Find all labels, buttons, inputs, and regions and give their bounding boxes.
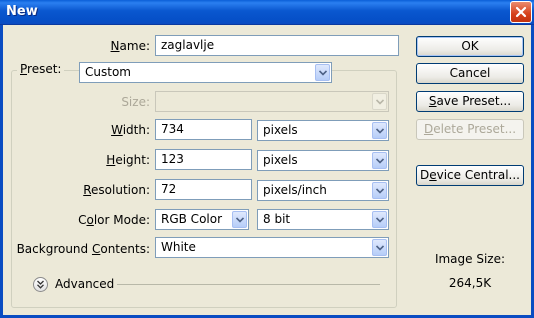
- background-contents-dropdown-button[interactable]: [372, 239, 387, 256]
- bit-depth-select[interactable]: 8 bit: [257, 209, 389, 230]
- color-mode-dropdown-button[interactable]: [232, 211, 247, 228]
- bit-depth-value: 8 bit: [263, 212, 291, 226]
- chevron-down-icon: [376, 128, 384, 134]
- resolution-unit-value: pixels/inch: [263, 183, 327, 197]
- advanced-divider: [117, 284, 380, 285]
- width-unit-select[interactable]: pixels: [257, 120, 389, 141]
- preset-label: Preset:: [17, 62, 65, 76]
- width-unit-value: pixels: [263, 123, 298, 137]
- height-unit-dropdown-button[interactable]: [372, 152, 387, 169]
- delete-preset-button: Delete Preset...: [416, 119, 524, 140]
- close-button[interactable]: [510, 1, 532, 23]
- resolution-unit-select[interactable]: pixels/inch: [257, 180, 389, 201]
- chevron-down-icon: [376, 188, 384, 194]
- name-field[interactable]: zaglavlje: [155, 35, 399, 56]
- background-contents-value: White: [161, 240, 196, 254]
- chevron-down-icon: [319, 70, 327, 76]
- preset-select[interactable]: Custom: [79, 62, 332, 83]
- chevron-down-icon: [376, 217, 384, 223]
- background-contents-label: Background Contents:: [16, 242, 150, 256]
- title-bar: New: [0, 0, 534, 25]
- chevron-down-icon: [376, 158, 384, 164]
- advanced-toggle-button[interactable]: [33, 277, 48, 292]
- resolution-unit-dropdown-button[interactable]: [372, 182, 387, 199]
- preset-dropdown-button[interactable]: [315, 64, 330, 81]
- color-mode-select[interactable]: RGB Color: [155, 209, 249, 230]
- name-label: Name:: [110, 39, 150, 53]
- resolution-label: Resolution:: [83, 183, 150, 197]
- width-unit-dropdown-button[interactable]: [372, 122, 387, 139]
- height-unit-select[interactable]: pixels: [257, 150, 389, 171]
- chevron-down-icon: [236, 217, 244, 223]
- double-chevron-down-icon: [37, 280, 44, 289]
- new-document-dialog: New Name: zaglavlje Preset: Custom Size:…: [0, 0, 534, 318]
- color-mode-label: Color Mode:: [78, 213, 150, 227]
- size-label: Size:: [121, 95, 150, 109]
- image-size-label: Image Size:: [434, 252, 506, 266]
- chevron-down-icon: [376, 99, 384, 105]
- height-label: Height:: [106, 153, 150, 167]
- image-size-value: 264,5K: [448, 276, 492, 290]
- size-dropdown-button: [372, 93, 387, 110]
- cancel-button[interactable]: Cancel: [416, 63, 524, 84]
- device-central-button[interactable]: Device Central...: [416, 165, 524, 186]
- close-icon: [515, 6, 527, 18]
- save-preset-button[interactable]: Save Preset...: [416, 91, 524, 112]
- ok-button[interactable]: OK: [416, 36, 524, 57]
- width-label: Width:: [111, 123, 150, 137]
- background-contents-select[interactable]: White: [155, 237, 389, 258]
- color-mode-value: RGB Color: [161, 212, 223, 226]
- resolution-field[interactable]: 72: [155, 179, 252, 200]
- preset-value: Custom: [85, 65, 131, 79]
- bit-depth-dropdown-button[interactable]: [372, 211, 387, 228]
- width-field[interactable]: 734: [155, 119, 252, 140]
- advanced-label: Advanced: [55, 277, 115, 291]
- window-title: New: [6, 4, 38, 19]
- size-select: [155, 91, 389, 112]
- height-field[interactable]: 123: [155, 149, 252, 170]
- height-unit-value: pixels: [263, 153, 298, 167]
- chevron-down-icon: [376, 245, 384, 251]
- window-frame-left: [0, 25, 3, 318]
